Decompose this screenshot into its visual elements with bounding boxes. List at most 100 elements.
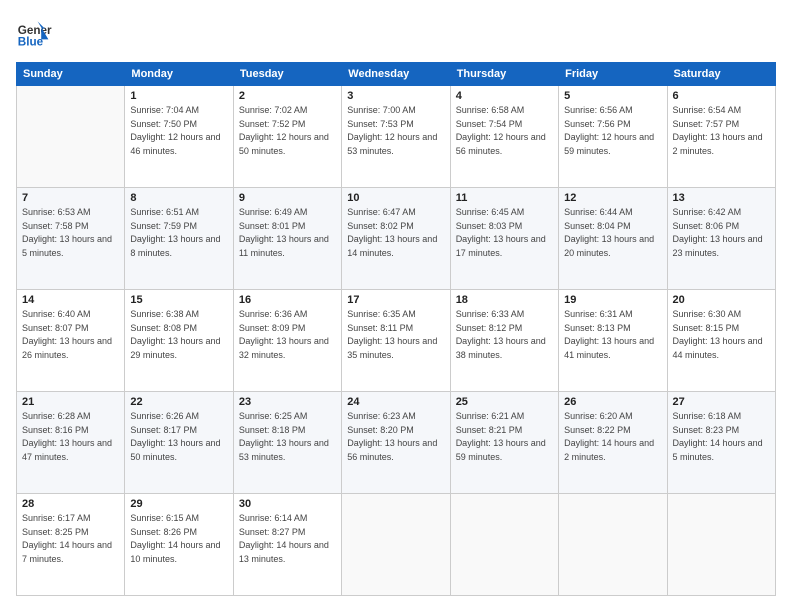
- day-info: Sunrise: 6:38 AMSunset: 8:08 PMDaylight:…: [130, 309, 220, 360]
- day-info: Sunrise: 6:42 AMSunset: 8:06 PMDaylight:…: [673, 207, 763, 258]
- day-number: 19: [564, 294, 661, 306]
- calendar-cell: 21 Sunrise: 6:28 AMSunset: 8:16 PMDaylig…: [17, 392, 125, 494]
- day-number: 10: [347, 192, 444, 204]
- calendar-cell: 8 Sunrise: 6:51 AMSunset: 7:59 PMDayligh…: [125, 188, 233, 290]
- calendar-cell: 29 Sunrise: 6:15 AMSunset: 8:26 PMDaylig…: [125, 494, 233, 596]
- calendar-cell: [17, 86, 125, 188]
- day-number: 29: [130, 498, 227, 510]
- calendar-week-1: 1 Sunrise: 7:04 AMSunset: 7:50 PMDayligh…: [17, 86, 776, 188]
- day-info: Sunrise: 6:58 AMSunset: 7:54 PMDaylight:…: [456, 105, 546, 156]
- calendar-cell: 2 Sunrise: 7:02 AMSunset: 7:52 PMDayligh…: [233, 86, 341, 188]
- svg-text:Blue: Blue: [18, 36, 44, 49]
- calendar-cell: 7 Sunrise: 6:53 AMSunset: 7:58 PMDayligh…: [17, 188, 125, 290]
- day-number: 27: [673, 396, 770, 408]
- day-info: Sunrise: 6:26 AMSunset: 8:17 PMDaylight:…: [130, 411, 220, 462]
- day-number: 14: [22, 294, 119, 306]
- day-number: 5: [564, 90, 661, 102]
- day-info: Sunrise: 6:31 AMSunset: 8:13 PMDaylight:…: [564, 309, 654, 360]
- day-info: Sunrise: 6:33 AMSunset: 8:12 PMDaylight:…: [456, 309, 546, 360]
- day-number: 1: [130, 90, 227, 102]
- calendar-week-2: 7 Sunrise: 6:53 AMSunset: 7:58 PMDayligh…: [17, 188, 776, 290]
- calendar-header-row: SundayMondayTuesdayWednesdayThursdayFrid…: [17, 63, 776, 86]
- day-number: 22: [130, 396, 227, 408]
- calendar-cell: 16 Sunrise: 6:36 AMSunset: 8:09 PMDaylig…: [233, 290, 341, 392]
- day-number: 21: [22, 396, 119, 408]
- day-info: Sunrise: 7:04 AMSunset: 7:50 PMDaylight:…: [130, 105, 220, 156]
- logo-icon: General Blue: [16, 16, 52, 52]
- calendar-cell: [667, 494, 775, 596]
- calendar-cell: [342, 494, 450, 596]
- day-info: Sunrise: 6:47 AMSunset: 8:02 PMDaylight:…: [347, 207, 437, 258]
- calendar-cell: 18 Sunrise: 6:33 AMSunset: 8:12 PMDaylig…: [450, 290, 558, 392]
- day-number: 18: [456, 294, 553, 306]
- day-info: Sunrise: 6:15 AMSunset: 8:26 PMDaylight:…: [130, 513, 220, 564]
- day-number: 26: [564, 396, 661, 408]
- day-number: 16: [239, 294, 336, 306]
- calendar-cell: 12 Sunrise: 6:44 AMSunset: 8:04 PMDaylig…: [559, 188, 667, 290]
- col-header-tuesday: Tuesday: [233, 63, 341, 86]
- calendar-cell: 4 Sunrise: 6:58 AMSunset: 7:54 PMDayligh…: [450, 86, 558, 188]
- day-number: 12: [564, 192, 661, 204]
- day-info: Sunrise: 7:00 AMSunset: 7:53 PMDaylight:…: [347, 105, 437, 156]
- col-header-wednesday: Wednesday: [342, 63, 450, 86]
- day-info: Sunrise: 6:56 AMSunset: 7:56 PMDaylight:…: [564, 105, 654, 156]
- day-info: Sunrise: 6:49 AMSunset: 8:01 PMDaylight:…: [239, 207, 329, 258]
- day-number: 3: [347, 90, 444, 102]
- calendar-cell: 13 Sunrise: 6:42 AMSunset: 8:06 PMDaylig…: [667, 188, 775, 290]
- calendar-cell: 27 Sunrise: 6:18 AMSunset: 8:23 PMDaylig…: [667, 392, 775, 494]
- calendar-cell: 11 Sunrise: 6:45 AMSunset: 8:03 PMDaylig…: [450, 188, 558, 290]
- calendar-cell: 14 Sunrise: 6:40 AMSunset: 8:07 PMDaylig…: [17, 290, 125, 392]
- calendar-cell: 3 Sunrise: 7:00 AMSunset: 7:53 PMDayligh…: [342, 86, 450, 188]
- day-info: Sunrise: 6:17 AMSunset: 8:25 PMDaylight:…: [22, 513, 112, 564]
- calendar-cell: 26 Sunrise: 6:20 AMSunset: 8:22 PMDaylig…: [559, 392, 667, 494]
- col-header-monday: Monday: [125, 63, 233, 86]
- day-info: Sunrise: 7:02 AMSunset: 7:52 PMDaylight:…: [239, 105, 329, 156]
- calendar-cell: 23 Sunrise: 6:25 AMSunset: 8:18 PMDaylig…: [233, 392, 341, 494]
- calendar-week-5: 28 Sunrise: 6:17 AMSunset: 8:25 PMDaylig…: [17, 494, 776, 596]
- day-number: 15: [130, 294, 227, 306]
- day-info: Sunrise: 6:25 AMSunset: 8:18 PMDaylight:…: [239, 411, 329, 462]
- day-number: 13: [673, 192, 770, 204]
- day-number: 6: [673, 90, 770, 102]
- col-header-sunday: Sunday: [17, 63, 125, 86]
- calendar-cell: 19 Sunrise: 6:31 AMSunset: 8:13 PMDaylig…: [559, 290, 667, 392]
- day-info: Sunrise: 6:30 AMSunset: 8:15 PMDaylight:…: [673, 309, 763, 360]
- calendar-cell: 28 Sunrise: 6:17 AMSunset: 8:25 PMDaylig…: [17, 494, 125, 596]
- day-number: 7: [22, 192, 119, 204]
- page: General Blue SundayMondayTuesdayWednesda…: [0, 0, 792, 612]
- day-info: Sunrise: 6:45 AMSunset: 8:03 PMDaylight:…: [456, 207, 546, 258]
- calendar-cell: 25 Sunrise: 6:21 AMSunset: 8:21 PMDaylig…: [450, 392, 558, 494]
- calendar-cell: 6 Sunrise: 6:54 AMSunset: 7:57 PMDayligh…: [667, 86, 775, 188]
- calendar-table: SundayMondayTuesdayWednesdayThursdayFrid…: [16, 62, 776, 596]
- calendar-week-3: 14 Sunrise: 6:40 AMSunset: 8:07 PMDaylig…: [17, 290, 776, 392]
- col-header-friday: Friday: [559, 63, 667, 86]
- day-info: Sunrise: 6:51 AMSunset: 7:59 PMDaylight:…: [130, 207, 220, 258]
- calendar-cell: 20 Sunrise: 6:30 AMSunset: 8:15 PMDaylig…: [667, 290, 775, 392]
- day-number: 20: [673, 294, 770, 306]
- calendar-cell: 10 Sunrise: 6:47 AMSunset: 8:02 PMDaylig…: [342, 188, 450, 290]
- calendar-cell: 24 Sunrise: 6:23 AMSunset: 8:20 PMDaylig…: [342, 392, 450, 494]
- calendar-cell: 30 Sunrise: 6:14 AMSunset: 8:27 PMDaylig…: [233, 494, 341, 596]
- day-info: Sunrise: 6:40 AMSunset: 8:07 PMDaylight:…: [22, 309, 112, 360]
- day-info: Sunrise: 6:14 AMSunset: 8:27 PMDaylight:…: [239, 513, 329, 564]
- day-info: Sunrise: 6:20 AMSunset: 8:22 PMDaylight:…: [564, 411, 654, 462]
- day-info: Sunrise: 6:21 AMSunset: 8:21 PMDaylight:…: [456, 411, 546, 462]
- day-info: Sunrise: 6:28 AMSunset: 8:16 PMDaylight:…: [22, 411, 112, 462]
- calendar-cell: 9 Sunrise: 6:49 AMSunset: 8:01 PMDayligh…: [233, 188, 341, 290]
- day-number: 2: [239, 90, 336, 102]
- day-info: Sunrise: 6:54 AMSunset: 7:57 PMDaylight:…: [673, 105, 763, 156]
- calendar-cell: 1 Sunrise: 7:04 AMSunset: 7:50 PMDayligh…: [125, 86, 233, 188]
- col-header-saturday: Saturday: [667, 63, 775, 86]
- day-number: 25: [456, 396, 553, 408]
- day-info: Sunrise: 6:18 AMSunset: 8:23 PMDaylight:…: [673, 411, 763, 462]
- calendar-cell: [450, 494, 558, 596]
- day-number: 8: [130, 192, 227, 204]
- logo: General Blue: [16, 16, 56, 52]
- header: General Blue: [16, 16, 776, 52]
- day-number: 24: [347, 396, 444, 408]
- day-number: 9: [239, 192, 336, 204]
- day-info: Sunrise: 6:36 AMSunset: 8:09 PMDaylight:…: [239, 309, 329, 360]
- calendar-cell: 15 Sunrise: 6:38 AMSunset: 8:08 PMDaylig…: [125, 290, 233, 392]
- day-number: 11: [456, 192, 553, 204]
- day-number: 17: [347, 294, 444, 306]
